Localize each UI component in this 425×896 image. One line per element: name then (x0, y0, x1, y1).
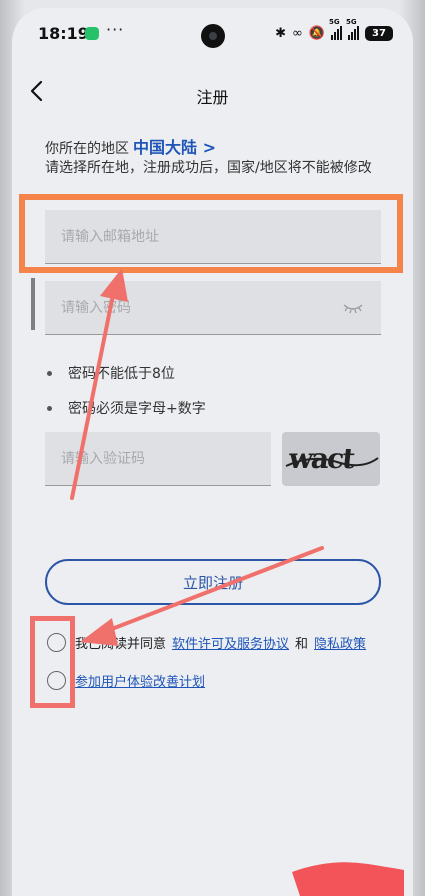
region-value[interactable]: 中国大陆 > (133, 138, 216, 157)
bullet-dot (47, 370, 52, 376)
rule-text: 密码必须是字母+数字 (68, 401, 206, 417)
bluetooth-icon: ✱ (275, 25, 286, 41)
page-title: 注册 (196, 88, 229, 107)
experience-radio[interactable] (47, 671, 66, 690)
agreement-prefix: 我已阅读并同意 (75, 637, 167, 652)
experience-link[interactable]: 参加用户体验改善计划 (75, 671, 205, 690)
email-field[interactable] (45, 210, 381, 264)
rule-item: 密码不能低于8位 (45, 364, 206, 382)
bullet-dot (47, 405, 52, 411)
wechat-icon (85, 27, 99, 40)
rule-item: 密码必须是字母+数字 (45, 399, 206, 417)
license-link[interactable]: 软件许可及服务协议 (172, 633, 289, 652)
screen: 18:19 ··· ✱ ∞ 🔕 5G 5G 37 注册 你所在的地区 中国大陆 … (12, 8, 413, 896)
status-bar: 18:19 ··· ✱ ∞ 🔕 5G 5G 37 (12, 8, 413, 56)
status-icons: ✱ ∞ 🔕 5G 5G 37 (275, 18, 393, 42)
region-note: 请选择所在地，注册成功后，国家/地区将不能被修改 (45, 160, 372, 176)
register-button[interactable]: 立即注册 (45, 559, 381, 605)
agreement-radio[interactable] (47, 633, 66, 652)
agreement-row: 我已阅读并同意 软件许可及服务协议 和 隐私政策 (47, 633, 366, 652)
experience-row: 参加用户体验改善计划 (47, 671, 205, 690)
eye-closed-icon[interactable] (343, 303, 363, 315)
password-field[interactable] (45, 281, 381, 335)
captcha-image[interactable]: wact (282, 432, 380, 486)
region-selector[interactable]: 你所在的地区 中国大陆 > (45, 134, 216, 158)
captcha-noise (285, 457, 379, 467)
and-text: 和 (295, 637, 309, 652)
phone-frame: 18:19 ··· ✱ ∞ 🔕 5G 5G 37 注册 你所在的地区 中国大陆 … (0, 0, 425, 896)
network-type-2: 5G (346, 18, 357, 26)
signal-icon-1: 5G (329, 18, 342, 40)
link-icon: ∞ (291, 25, 303, 41)
region-label: 你所在的地区 (45, 141, 129, 157)
captcha-field[interactable] (45, 432, 271, 486)
status-time: 18:19 (38, 24, 89, 43)
network-type-1: 5G (329, 18, 340, 26)
password-input[interactable] (61, 281, 381, 334)
mute-icon: 🔕 (308, 25, 325, 41)
rule-text: 密码不能低于8位 (68, 366, 175, 382)
captcha-input[interactable] (61, 432, 271, 485)
more-notifications-icon: ··· (106, 20, 125, 39)
email-input[interactable] (61, 210, 381, 263)
privacy-link[interactable]: 隐私政策 (314, 633, 366, 652)
scroll-indicator (31, 278, 35, 330)
password-rules: 密码不能低于8位 密码必须是字母+数字 (45, 364, 206, 434)
signal-icon-2: 5G (346, 18, 359, 40)
battery-icon: 37 (365, 25, 393, 41)
front-camera (201, 24, 225, 48)
